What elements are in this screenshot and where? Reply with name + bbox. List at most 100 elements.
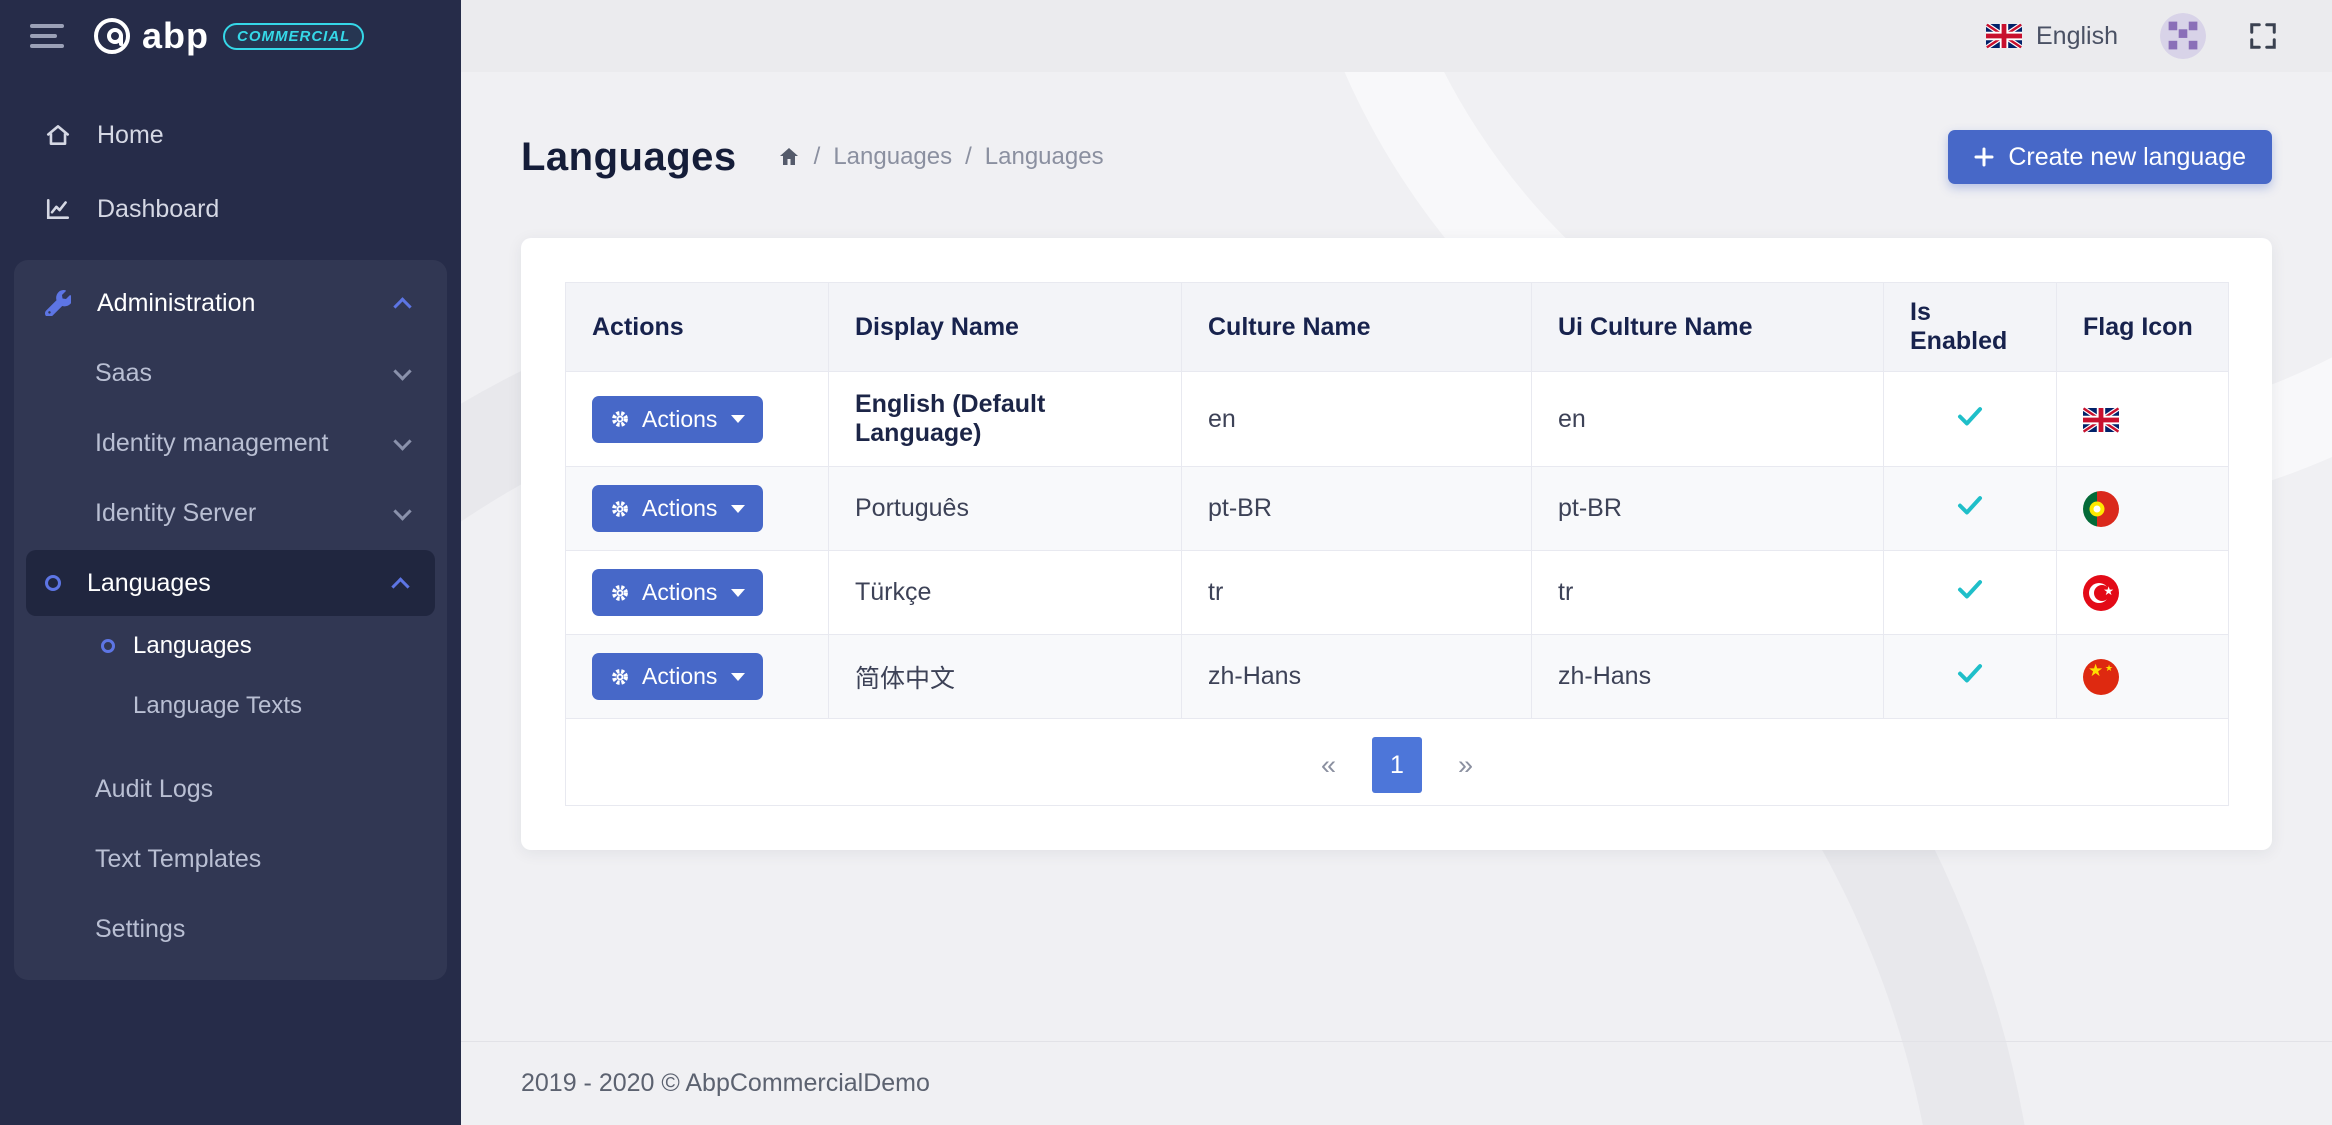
table-row: Actions 简体中文 zh-Hans zh-Hans <box>566 635 2229 719</box>
column-header-ui-culture-name: Ui Culture Name <box>1532 283 1884 372</box>
pagination-next-button[interactable]: » <box>1458 750 1473 781</box>
page-content: Languages / Languages / Languages Create… <box>461 72 2332 1041</box>
pagination-row: « 1 » <box>566 719 2229 806</box>
uk-flag-icon <box>2083 407 2119 433</box>
cell-ui-culture-name: en <box>1532 372 1884 467</box>
sidebar-item-label: Languages <box>133 632 252 660</box>
pagination-page-1-button[interactable]: 1 <box>1372 737 1422 793</box>
sidebar-item-identity-management[interactable]: Identity management <box>14 408 447 478</box>
sidebar-item-label: Dashboard <box>97 195 421 224</box>
cell-flag <box>2057 635 2229 719</box>
cell-culture-name: tr <box>1182 551 1532 635</box>
home-icon <box>777 145 801 169</box>
sidebar-item-identity-server[interactable]: Identity Server <box>14 478 447 548</box>
actions-dropdown-button[interactable]: Actions <box>592 569 763 616</box>
caret-down-icon <box>731 505 745 513</box>
create-button-label: Create new language <box>2008 143 2246 172</box>
breadcrumb-separator: / <box>814 143 821 171</box>
chevron-up-icon <box>393 297 411 315</box>
chart-line-icon <box>45 196 71 222</box>
sidebar-item-languages-child[interactable]: Languages <box>26 616 435 676</box>
chevron-down-icon <box>393 362 411 380</box>
actions-dropdown-button[interactable]: Actions <box>592 485 763 532</box>
caret-down-icon <box>731 589 745 597</box>
sidebar-item-text-templates[interactable]: Text Templates <box>14 824 447 894</box>
cell-flag <box>2057 551 2229 635</box>
language-switcher[interactable]: English <box>1986 22 2118 51</box>
chevron-down-icon <box>393 432 411 450</box>
caret-down-icon <box>731 673 745 681</box>
plus-icon <box>1974 147 1994 167</box>
sidebar-item-languages[interactable]: Languages <box>26 550 435 616</box>
sidebar-item-saas[interactable]: Saas <box>14 338 447 408</box>
create-new-language-button[interactable]: Create new language <box>1948 130 2272 184</box>
column-header-culture-name: Culture Name <box>1182 283 1532 372</box>
breadcrumb-item[interactable]: Languages <box>833 143 952 171</box>
cell-is-enabled <box>1884 551 2057 635</box>
turkey-flag-icon <box>2083 575 2119 611</box>
pagination: « 1 » <box>566 737 2228 793</box>
sidebar-item-label: Audit Logs <box>95 775 409 804</box>
check-icon <box>1955 401 1985 431</box>
cell-ui-culture-name: zh-Hans <box>1532 635 1884 719</box>
cell-ui-culture-name: pt-BR <box>1532 467 1884 551</box>
sidebar-group-languages: Languages Languages Language Texts <box>26 550 435 736</box>
copyright-text: 2019 - 2020 © AbpCommercialDemo <box>521 1069 930 1098</box>
table-header-row: Actions Display Name Culture Name Ui Cul… <box>566 283 2229 372</box>
sidebar-item-label: Identity Server <box>95 499 370 528</box>
check-icon <box>1955 658 1985 688</box>
actions-button-label: Actions <box>642 663 717 690</box>
uk-flag-icon <box>1986 23 2022 49</box>
topbar: English <box>461 0 2332 72</box>
pagination-previous-button[interactable]: « <box>1321 750 1336 781</box>
caret-down-icon <box>731 415 745 423</box>
actions-button-label: Actions <box>642 495 717 522</box>
sidebar-item-home[interactable]: Home <box>0 98 461 172</box>
page-footer: 2019 - 2020 © AbpCommercialDemo <box>461 1041 2332 1125</box>
cell-ui-culture-name: tr <box>1532 551 1884 635</box>
sidebar-item-label: Saas <box>95 359 370 388</box>
logo-text: abp <box>142 15 209 57</box>
page-title: Languages <box>521 135 737 180</box>
chevron-up-icon <box>391 577 409 595</box>
cell-flag <box>2057 467 2229 551</box>
column-header-is-enabled: Is Enabled <box>1884 283 2057 372</box>
breadcrumb-item: Languages <box>985 143 1104 171</box>
cell-is-enabled <box>1884 467 2057 551</box>
menu-toggle-icon[interactable] <box>30 24 64 48</box>
breadcrumb-separator: / <box>965 143 972 171</box>
page-header: Languages / Languages / Languages Create… <box>521 130 2272 184</box>
sidebar-item-label: Language Texts <box>133 692 302 720</box>
current-language-label: English <box>2036 22 2118 51</box>
cell-display-name: 简体中文 <box>829 635 1182 719</box>
cell-display-name: Português <box>829 467 1182 551</box>
actions-dropdown-button[interactable]: Actions <box>592 653 763 700</box>
check-icon <box>1955 490 1985 520</box>
sidebar-nav: Home Dashboard Administration Saas <box>0 72 461 980</box>
cell-is-enabled <box>1884 372 2057 467</box>
sidebar-item-settings[interactable]: Settings <box>14 894 447 964</box>
user-avatar[interactable] <box>2160 13 2206 59</box>
actions-button-label: Actions <box>642 579 717 606</box>
cell-display-name: English (Default Language) <box>829 372 1182 467</box>
home-icon <box>45 122 71 148</box>
sidebar-item-label: Settings <box>95 915 409 944</box>
languages-table: Actions Display Name Culture Name Ui Cul… <box>565 282 2229 806</box>
sidebar-item-label: Identity management <box>95 429 370 458</box>
circle-bullet-icon <box>45 575 61 591</box>
app-logo[interactable]: abp COMMERCIAL <box>92 15 364 57</box>
sidebar-item-dashboard[interactable]: Dashboard <box>0 172 461 246</box>
sidebar-item-audit-logs[interactable]: Audit Logs <box>14 754 447 824</box>
cell-display-name: Türkçe <box>829 551 1182 635</box>
cell-culture-name: en <box>1182 372 1532 467</box>
fullscreen-icon[interactable] <box>2248 21 2278 51</box>
sidebar-header: abp COMMERCIAL <box>0 0 461 72</box>
sidebar-group-administration: Administration Saas Identity management … <box>14 260 447 980</box>
sidebar-item-administration[interactable]: Administration <box>14 268 447 338</box>
logo-commercial-badge: COMMERCIAL <box>223 23 364 50</box>
sidebar-item-language-texts[interactable]: Language Texts <box>26 676 435 736</box>
actions-button-label: Actions <box>642 406 717 433</box>
chevron-down-icon <box>393 502 411 520</box>
table-row: Actions English (Default Language) en en <box>566 372 2229 467</box>
actions-dropdown-button[interactable]: Actions <box>592 396 763 443</box>
